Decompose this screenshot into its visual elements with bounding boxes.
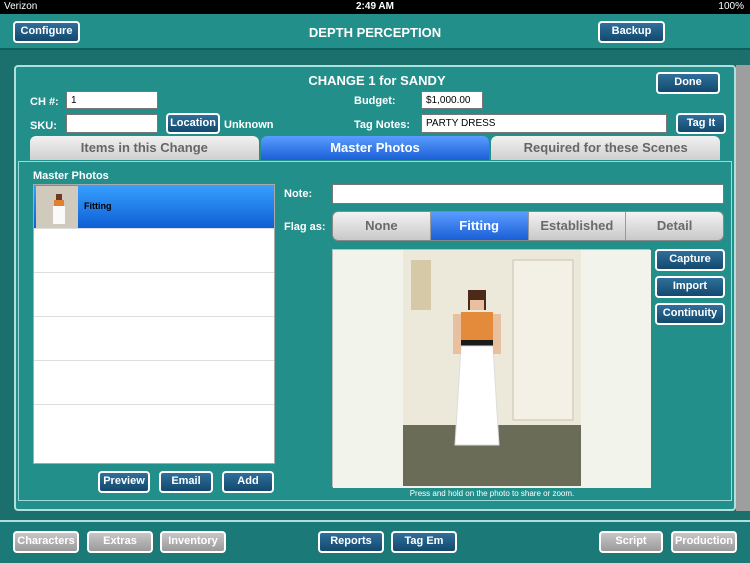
- clock: 2:49 AM: [356, 1, 394, 12]
- done-button[interactable]: Done: [656, 72, 720, 94]
- battery: 100%: [718, 1, 744, 12]
- import-button[interactable]: Import: [655, 276, 725, 298]
- inventory-button[interactable]: Inventory: [160, 531, 226, 553]
- photo-thumbnail: [36, 186, 78, 228]
- location-value: Unknown: [224, 119, 274, 131]
- tab-required-scenes[interactable]: Required for these Scenes: [491, 136, 721, 160]
- flag-established[interactable]: Established: [528, 212, 627, 240]
- status-bar: Verizon 2:49 AM 100%: [0, 0, 750, 14]
- list-item-label: Fitting: [84, 201, 112, 211]
- background-right: [736, 65, 750, 511]
- capture-button[interactable]: Capture: [655, 249, 725, 271]
- extras-button[interactable]: Extras: [87, 531, 153, 553]
- list-item[interactable]: Fitting: [34, 185, 274, 229]
- list-item: [34, 317, 274, 361]
- characters-button[interactable]: Characters: [13, 531, 79, 553]
- flag-none[interactable]: None: [333, 212, 431, 240]
- tab-master-photos[interactable]: Master Photos: [260, 136, 490, 160]
- master-photo[interactable]: [333, 250, 651, 488]
- note-label: Note:: [284, 188, 313, 200]
- list-item: [34, 229, 274, 273]
- flag-detail[interactable]: Detail: [626, 212, 723, 240]
- add-button[interactable]: Add: [222, 471, 274, 493]
- note-field[interactable]: [332, 184, 724, 204]
- flag-label: Flag as:: [284, 221, 326, 233]
- budget-label: Budget:: [354, 95, 396, 107]
- thumbnail-image: [36, 186, 78, 228]
- flag-fitting[interactable]: Fitting: [430, 212, 529, 240]
- list-item: [34, 361, 274, 405]
- script-button[interactable]: Script: [599, 531, 663, 553]
- backup-button[interactable]: Backup: [598, 21, 665, 43]
- modal-title: CHANGE 1 for SANDY: [308, 73, 446, 88]
- tag-notes-label: Tag Notes:: [354, 119, 411, 131]
- list-item: [34, 273, 274, 317]
- photo-hint: Press and hold on the photo to share or …: [409, 489, 575, 498]
- tag-notes-field[interactable]: PARTY DRESS: [421, 114, 667, 133]
- tag-it-button[interactable]: Tag It: [676, 113, 726, 134]
- photo-viewer[interactable]: Press and hold on the photo to share or …: [332, 249, 651, 498]
- email-button[interactable]: Email: [159, 471, 213, 493]
- top-bar: Configure DEPTH PERCEPTION Backup: [0, 14, 750, 50]
- production-button[interactable]: Production: [671, 531, 737, 553]
- location-button[interactable]: Location: [166, 113, 220, 134]
- sku-field[interactable]: [66, 114, 158, 133]
- reports-button[interactable]: Reports: [318, 531, 384, 553]
- continuity-button[interactable]: Continuity: [655, 303, 725, 325]
- tag-em-button[interactable]: Tag Em: [391, 531, 457, 553]
- bottom-toolbar: Characters Extras Inventory Reports Tag …: [0, 520, 750, 563]
- preview-button[interactable]: Preview: [98, 471, 150, 493]
- sku-label: SKU:: [30, 120, 57, 132]
- flag-segmented-control: None Fitting Established Detail: [332, 211, 724, 241]
- master-photos-header: Master Photos: [33, 170, 109, 182]
- budget-field[interactable]: $1,000.00: [421, 91, 483, 109]
- ch-label: CH #:: [30, 96, 59, 108]
- ch-field[interactable]: 1: [66, 91, 158, 109]
- tab-bar: Items in this Change Master Photos Requi…: [30, 136, 722, 160]
- tab-items[interactable]: Items in this Change: [30, 136, 259, 160]
- photo-list: Fitting: [33, 184, 275, 464]
